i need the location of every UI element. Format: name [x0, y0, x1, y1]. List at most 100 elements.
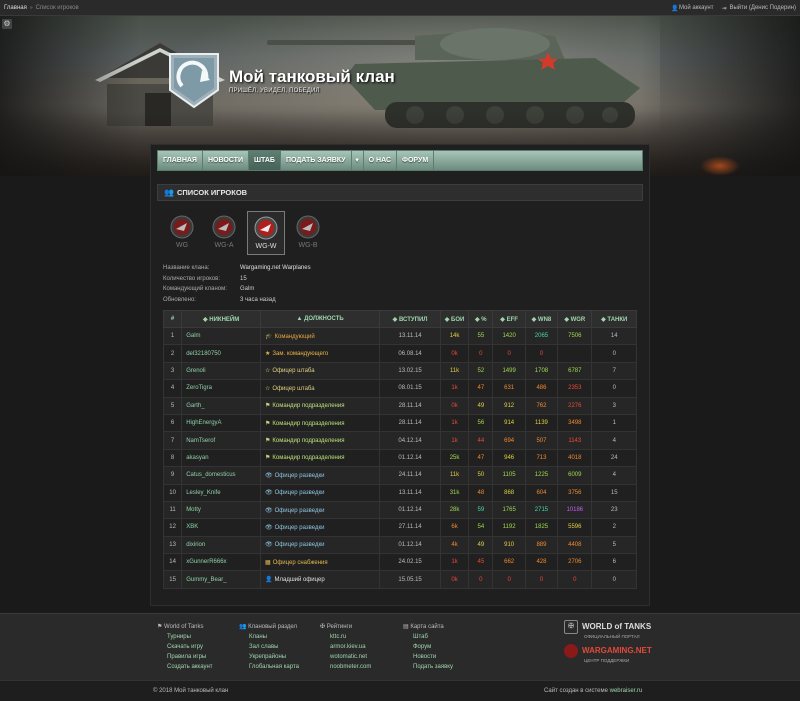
player-nickname-link[interactable]: Galm [181, 326, 262, 346]
clan-tab-wg-w[interactable]: WG-W [247, 211, 285, 255]
player-role: ☆ Офицер штаба [260, 361, 381, 381]
cell-wn8: 2065 [524, 326, 559, 346]
cell-wgr: 3498 [557, 413, 593, 433]
cell-eff: 0 [492, 344, 526, 363]
trophy-icon: ✠ [320, 624, 327, 630]
footer-link[interactable]: Форум [403, 642, 453, 652]
cell-battles: 0k [439, 570, 470, 589]
header-col-battles[interactable]: ◆ БОИ [439, 310, 470, 328]
breadcrumb-current: Список игроков [35, 4, 79, 11]
footer-link[interactable]: Скачать игру [157, 642, 213, 652]
footer-link[interactable]: wotomatic.net [320, 652, 371, 662]
cell-eff: 0 [492, 570, 526, 589]
footer-link[interactable]: Подать заявку [403, 662, 453, 672]
wot-logo[interactable]: ✠ WORLD of TANKS ОФИЦИАЛЬНЫЙ ПОРТАЛ [564, 620, 651, 639]
table-row: 15 Gummy_Bear_ 👤 Младший офицер 15.05.15 0k 0 0… [162, 570, 637, 589]
my-account-link[interactable]: 👤Мой аккаунт [671, 5, 713, 12]
footer-link[interactable]: kttc.ru [320, 632, 371, 642]
cell-eff: 1105 [492, 466, 526, 485]
cell-wgr: 2706 [557, 553, 593, 572]
clan-name-link[interactable]: Wargaming.net Warplanes [240, 263, 311, 274]
player-nickname-link[interactable]: XBK [181, 518, 262, 537]
footer-link[interactable]: Глобальная карта [239, 662, 299, 672]
cell-index: 14 [162, 553, 183, 572]
cell-wn8: 1225 [524, 466, 559, 485]
header-col-wn8[interactable]: ◆ WN8 [524, 310, 559, 328]
player-nickname-link[interactable]: akasyan [181, 448, 262, 468]
header-col-tanks[interactable]: ◆ ТАНКИ [591, 310, 637, 328]
section-title: СПИСОК ИГРОКОВ [176, 188, 248, 197]
header-col-joined[interactable]: ◆ ВСТУПИЛ [379, 310, 441, 328]
cell-winrate: 47 [468, 448, 494, 468]
footer-link[interactable]: Зал славы [239, 642, 299, 652]
footer-link[interactable]: Кланы [239, 632, 299, 642]
clan-tab-wg-b[interactable]: WG-B [289, 211, 327, 255]
player-nickname-link[interactable]: xGunnerR666x [181, 553, 262, 572]
header-col-role[interactable]: ▲ ДОЛЖНОСТЬ [260, 310, 381, 328]
footer-link[interactable]: Турниры [157, 632, 213, 642]
cell-eff: 1765 [492, 500, 526, 520]
nav-news[interactable]: НОВОСТИ [203, 151, 249, 170]
player-nickname-link[interactable]: Gummy_Bear_ [181, 570, 262, 589]
player-nickname-link[interactable]: Grenoli [181, 361, 262, 381]
wargaming-logo[interactable]: WARGAMING.NET ЦЕНТР ПОДДЕРЖКИ [564, 644, 652, 663]
cell-tanks: 23 [591, 500, 637, 520]
cell-battles: 6k [439, 518, 470, 537]
header-col-eff[interactable]: ◆ EFF [492, 310, 526, 328]
clan-tab-wg-a[interactable]: WG-A [205, 211, 243, 255]
player-nickname-link[interactable]: del32180750 [181, 344, 262, 363]
cell-winrate: 49 [468, 396, 494, 415]
cell-wn8: 1708 [524, 361, 559, 381]
webraiser-link[interactable]: webraiser.ru [610, 688, 643, 694]
cell-battles: 25k [439, 448, 470, 468]
player-role: ⚑ Командир подразделения [260, 431, 381, 450]
cell-wgr [557, 344, 593, 363]
player-nickname-link[interactable]: Garth_ [181, 396, 262, 415]
chevron-down-icon[interactable]: ▼ [352, 151, 364, 170]
cell-tanks: 3 [591, 396, 637, 415]
cell-battles: 0k [439, 396, 470, 415]
footer-link[interactable]: Штаб [403, 632, 453, 642]
player-nickname-link[interactable]: Catus_domesticus [181, 466, 262, 485]
footer-link[interactable]: Укрепрайоны [239, 652, 299, 662]
player-nickname-link[interactable]: HighEnergyA [181, 413, 262, 433]
cell-wn8: 889 [524, 535, 559, 555]
player-nickname-link[interactable]: Motty [181, 500, 262, 520]
logout-icon: ⇥ [721, 5, 727, 12]
player-nickname-link[interactable]: dixirion [181, 535, 262, 555]
player-nickname-link[interactable]: ZeroTigra [181, 379, 262, 398]
nav-forum[interactable]: ФОРУМ [397, 151, 435, 170]
section-header: 👥 СПИСОК ИГРОКОВ [157, 184, 643, 201]
footer-link[interactable]: Создать аккаунт [157, 662, 213, 672]
header-col-nickname[interactable]: ◆ НИКНЕЙМ [181, 310, 262, 328]
cell-wgr: 10186 [557, 500, 593, 520]
player-role: ⚑ Командир подразделения [260, 413, 381, 433]
user-icon: 👤 [265, 577, 273, 584]
footer: ⚑ World of Tanks Турниры Скачать игру Пр… [0, 613, 800, 680]
cell-battles: 1k [439, 413, 470, 433]
nav-hq[interactable]: ШТАБ [248, 151, 281, 170]
footer-link[interactable]: Новости [403, 652, 453, 662]
footer-link[interactable]: noobmeter.com [320, 662, 371, 672]
player-nickname-link[interactable]: Lesley_Knife [181, 483, 262, 502]
breadcrumb-separator-icon: » [29, 4, 33, 11]
nav-home[interactable]: ГЛАВНАЯ [158, 151, 203, 170]
cell-joined: 15.05.15 [379, 570, 441, 589]
footer-col-ratings: ✠ Рейтинги kttc.ru armor.kiev.ua wotomat… [320, 624, 372, 672]
header-col-winrate[interactable]: ◆ % [468, 310, 494, 328]
header-col-wgr[interactable]: ◆ WGR [557, 310, 593, 328]
footer-link[interactable]: Правила игры [157, 652, 213, 662]
footer-link[interactable]: armor.kiev.ua [320, 642, 371, 652]
nav-about[interactable]: О НАС [364, 151, 398, 170]
clan-tabs: WG WG-A WG-W WG-B [163, 211, 327, 255]
logout-link[interactable]: ⇥ Выйти (Денис Подерин) [721, 5, 796, 12]
cell-wgr: 5596 [557, 518, 593, 537]
cell-eff: 1499 [492, 361, 526, 381]
breadcrumb-home[interactable]: Главная [4, 5, 27, 11]
gear-icon[interactable]: ⚙ [2, 19, 12, 29]
clan-tab-wg[interactable]: WG [163, 211, 201, 255]
player-role: 👁 Офицер разведки [260, 500, 381, 520]
nav-apply[interactable]: ПОДАТЬ ЗАЯВКУ [281, 151, 352, 170]
player-nickname-link[interactable]: NamTserof [181, 431, 262, 450]
flag-icon: ⚑ [265, 403, 271, 410]
